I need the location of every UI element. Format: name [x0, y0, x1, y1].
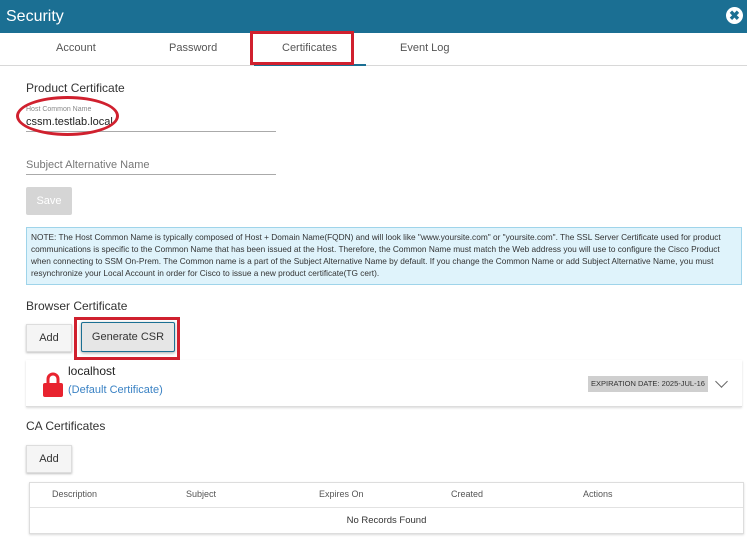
generate-csr-highlight — [74, 317, 180, 360]
column-created[interactable]: Created — [451, 489, 483, 499]
column-actions: Actions — [583, 489, 613, 499]
tab-event-log[interactable]: Event Log — [400, 42, 450, 54]
save-button[interactable]: Save — [26, 187, 72, 215]
dialog-titlebar: Security ✖ — [0, 0, 747, 33]
subject-alt-name-underline — [26, 174, 276, 175]
certificate-name: localhost — [68, 364, 116, 378]
tab-account[interactable]: Account — [56, 42, 96, 54]
host-common-name-highlight — [16, 96, 119, 136]
expiration-badge: EXPIRATION DATE: 2025-JUL-16 — [588, 376, 708, 392]
ca-certificates-heading: CA Certificates — [26, 419, 106, 433]
column-description[interactable]: Description — [52, 489, 97, 499]
empty-table-message: No Records Found — [346, 515, 427, 526]
subject-alt-name-input[interactable]: Subject Alternative Name — [26, 159, 150, 171]
common-name-note: NOTE: The Host Common Name is typically … — [26, 227, 742, 285]
add-ca-cert-button[interactable]: Add — [26, 445, 72, 473]
ca-certificates-table: Description Subject Expires On Created A… — [29, 482, 744, 534]
dialog-title: Security — [6, 8, 64, 25]
default-certificate-link[interactable]: (Default Certificate) — [68, 384, 163, 396]
certificates-tab-highlight — [250, 31, 354, 65]
product-certificate-heading: Product Certificate — [26, 81, 125, 95]
close-icon[interactable]: ✖ — [726, 7, 743, 24]
lock-icon — [43, 372, 63, 397]
browser-certificate-heading: Browser Certificate — [26, 299, 128, 313]
tab-bar: Account Password Certificates Event Log — [0, 33, 747, 66]
column-subject[interactable]: Subject — [186, 489, 216, 499]
header-divider — [30, 507, 743, 508]
column-expires-on[interactable]: Expires On — [319, 489, 364, 499]
tab-password[interactable]: Password — [169, 42, 217, 54]
add-browser-cert-button[interactable]: Add — [26, 324, 72, 352]
